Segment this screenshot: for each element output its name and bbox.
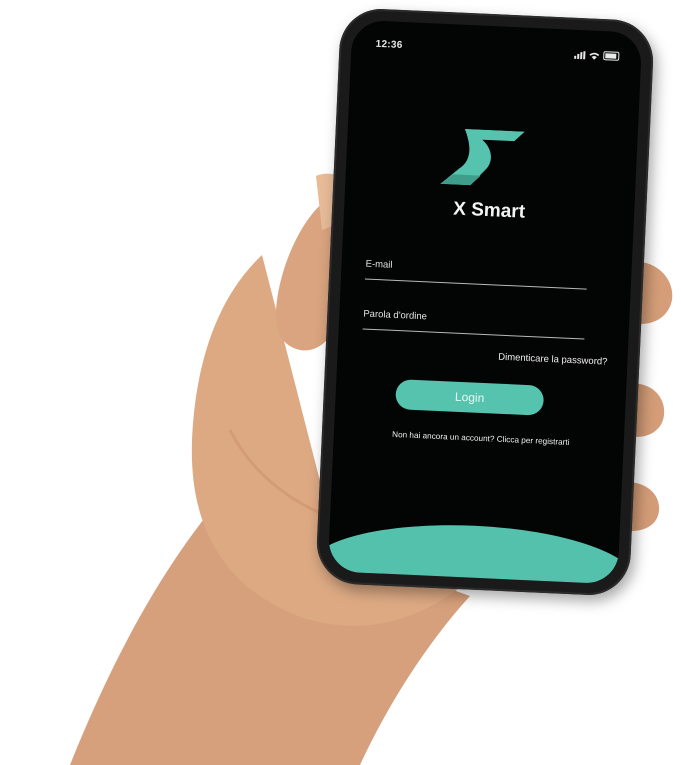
register-link[interactable]: Non hai ancora un account? Clicca per re… [346,428,616,449]
status-bar: 12:36 [351,38,641,67]
email-field[interactable]: E-mail [364,258,588,290]
bottom-wave-decoration [327,518,640,585]
x-smart-logo-icon [440,128,525,186]
phone-screen: 12:36 X Smart E-mail Parola d'ordine Dim… [327,19,643,585]
password-label: Parola d'ordine [363,308,428,323]
password-field[interactable]: Parola d'ordine [362,308,586,340]
password-underline [362,328,585,340]
battery-icon [603,51,620,61]
phone-mockup-scene: 12:36 X Smart E-mail Parola d'ordine Dim… [0,0,681,765]
smartphone: 12:36 X Smart E-mail Parola d'ordine Dim… [315,7,655,597]
status-icons [574,50,620,61]
login-button[interactable]: Login [395,379,545,416]
email-label: E-mail [365,258,393,271]
status-time: 12:36 [375,38,403,51]
forgot-password-link[interactable]: Dimenticare la password? [498,352,608,368]
signal-icon [574,51,586,60]
email-underline [364,278,587,290]
wifi-icon [589,52,600,60]
app-title: X Smart [452,198,526,223]
